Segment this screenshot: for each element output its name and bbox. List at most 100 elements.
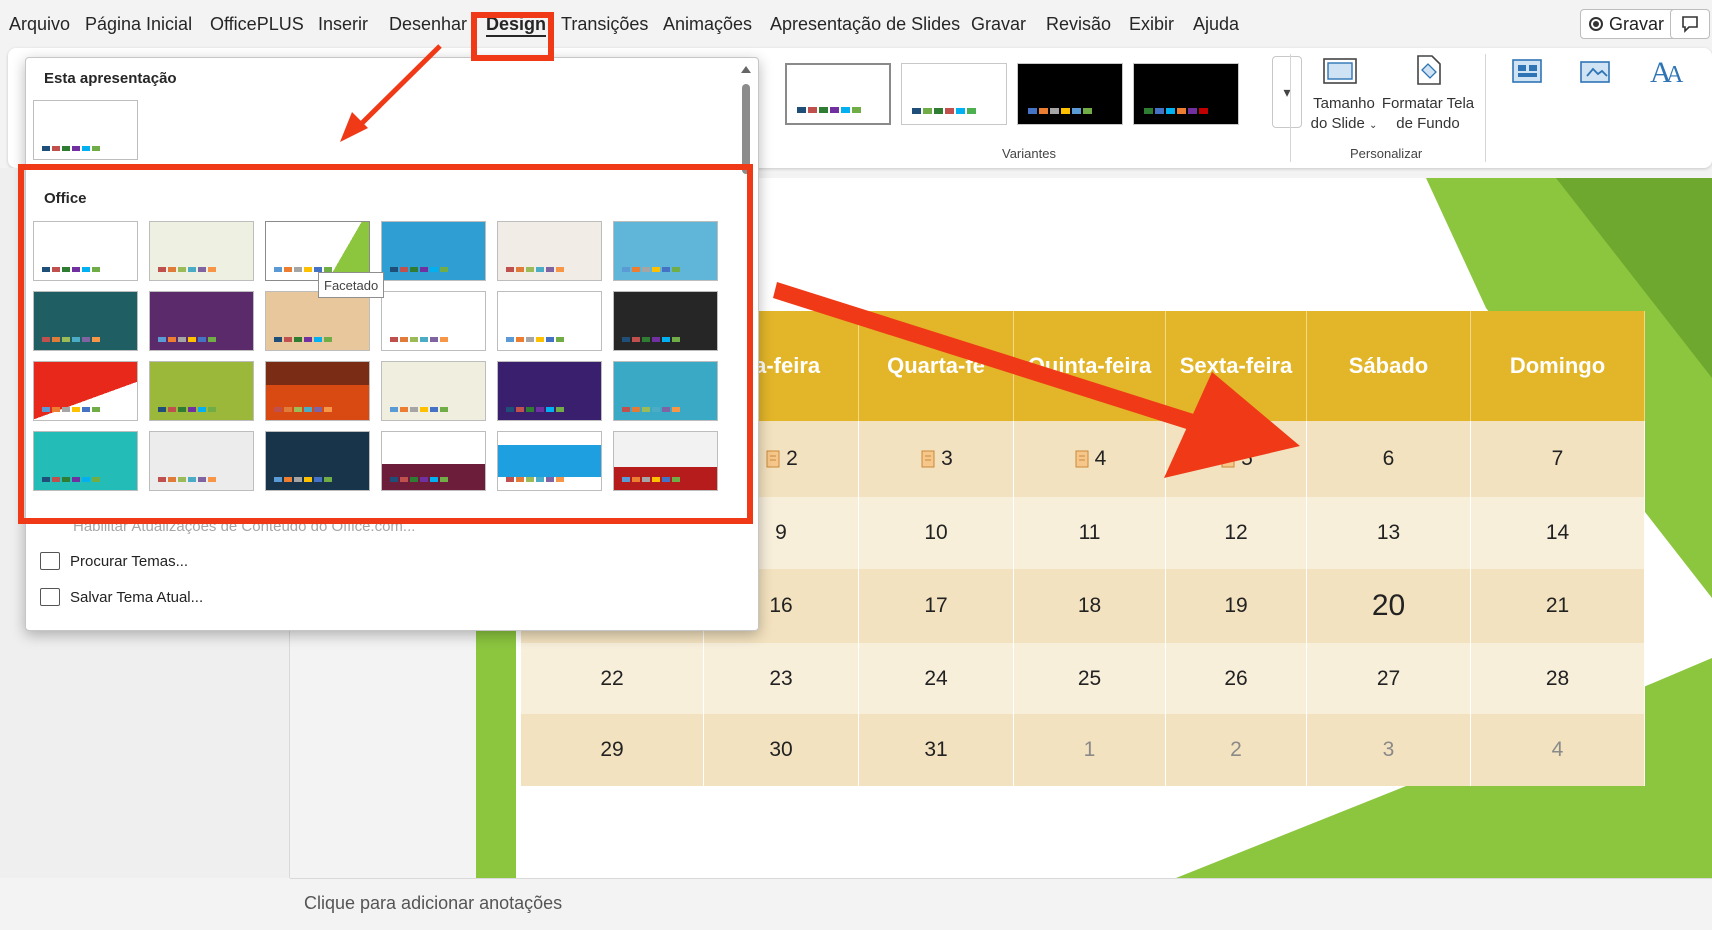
save-icon (40, 588, 60, 606)
scrollbar-thumb[interactable] (742, 84, 750, 174)
tab-animacoes[interactable]: Animações (663, 14, 752, 35)
tab-apresentacao-de-slides[interactable]: Apresentação de Slides (770, 14, 960, 35)
calendar-day-cell: 14 (1471, 497, 1645, 569)
tab-transicoes[interactable]: Transições (561, 14, 648, 35)
design-tab-highlight (471, 12, 554, 61)
scroll-icon (1073, 448, 1091, 470)
calendar-day-cell: 30 (704, 714, 859, 786)
calendar-day-cell: 29 (521, 714, 704, 786)
calendar-day-number: 11 (1078, 521, 1101, 544)
calendar-day-number: 2 (786, 447, 798, 470)
browse-themes-command[interactable]: Procurar Temas... (40, 552, 188, 570)
calendar-day-cell: 10 (859, 497, 1014, 569)
tab-inserir[interactable]: Inserir (318, 14, 368, 35)
calendar-day-number: 2 (1230, 738, 1242, 761)
calendar-day-number: 26 (1224, 666, 1248, 690)
slide-size-icon (1323, 58, 1357, 84)
office-themes-highlight (18, 164, 753, 524)
ribbon-separator (1485, 54, 1486, 162)
calendar-day-number: 4 (1094, 447, 1107, 470)
tab-ajuda[interactable]: Ajuda (1193, 14, 1239, 35)
calendar-day-number: 28 (1545, 666, 1570, 690)
calendar-day-number: 27 (1376, 666, 1401, 690)
calendar-day-number: 5 (1241, 447, 1253, 470)
designer-icon[interactable] (1510, 56, 1546, 88)
calendar-day-number: 22 (600, 666, 624, 690)
calendar-day-number: 13 (1376, 521, 1401, 544)
calendar-day-number: 17 (924, 594, 948, 617)
current-theme-thumbnail[interactable] (33, 100, 138, 160)
ribbon-separator (1290, 54, 1291, 162)
calendar-day-cell: 3 (1307, 714, 1471, 786)
calendar-day-cell: 7 (1471, 421, 1645, 497)
variant-black[interactable] (1017, 63, 1123, 125)
scroll-icon (919, 448, 937, 470)
calendar-day-number: 31 (924, 738, 948, 761)
calendar-day-cell: 20 (1307, 569, 1471, 643)
calendar-day-cell: 25 (1014, 643, 1166, 714)
calendar-header-cell: Domingo (1471, 311, 1645, 421)
calendar-day-cell: 23 (704, 643, 859, 714)
calendar-day-number: 23 (769, 666, 793, 690)
calendar-header-cell: Quarta-fe (859, 311, 1014, 421)
customize-group-label: Personalizar (1350, 146, 1423, 161)
calendar-day-number: 16 (769, 594, 793, 617)
calendar-day-number: 9 (775, 521, 787, 544)
scroll-up-icon[interactable] (741, 66, 751, 73)
calendar-day-number: 3 (941, 447, 953, 470)
variant-white[interactable] (785, 63, 891, 125)
calendar-day-cell: 24 (859, 643, 1014, 714)
calendar-day-cell: 1 (1014, 714, 1166, 786)
comment-icon (1682, 16, 1698, 33)
tab-officeplus[interactable]: OfficePLUS (210, 14, 304, 35)
calendar-day-cell: 17 (859, 569, 1014, 643)
calendar-day-number: 25 (1077, 666, 1102, 690)
calendar-day-number: 3 (1382, 738, 1395, 761)
calendar-day-cell: 11 (1014, 497, 1166, 569)
slide-size-label-2: do Slide (1310, 115, 1365, 132)
chevron-down-icon: ⌄ (1369, 120, 1378, 131)
calendar-day-cell: 5 (1166, 421, 1307, 497)
calendar-day-number: 24 (924, 666, 948, 690)
record-button[interactable]: Gravar (1580, 9, 1680, 39)
calendar-day-number: 18 (1077, 594, 1102, 617)
slide-size-button[interactable]: Tamanho do Slide ⌄ (1304, 94, 1384, 136)
format-background-button[interactable]: Formatar Tela de Fundo (1378, 94, 1478, 134)
calendar-day-cell: 3 (859, 421, 1014, 497)
notes-pane[interactable]: Clique para adicionar anotações (290, 878, 1712, 930)
tab-gravar[interactable]: Gravar (971, 14, 1026, 35)
design-ideas-icon[interactable] (1578, 56, 1614, 88)
tab-desenhar[interactable]: Desenhar (389, 14, 467, 35)
calendar-day-cell: 13 (1307, 497, 1471, 569)
calendar-day-number: 12 (1224, 521, 1248, 544)
tab-pagina-inicial[interactable]: Página Inicial (85, 14, 192, 35)
variant-black-2[interactable] (1133, 63, 1239, 125)
variants-more-button[interactable]: ▾ (1272, 56, 1302, 128)
calendar-day-cell: 19 (1166, 569, 1307, 643)
calendar-day-cell: 21 (1471, 569, 1645, 643)
calendar-header-cell: Sábado (1307, 311, 1471, 421)
calendar-day-cell: 4 (1471, 714, 1645, 786)
calendar-day-number: 1 (1083, 738, 1096, 761)
format-background-icon (1417, 55, 1441, 85)
scroll-icon (764, 448, 782, 470)
record-icon (1589, 17, 1603, 31)
save-theme-command[interactable]: Salvar Tema Atual... (40, 588, 203, 606)
comments-button[interactable] (1670, 9, 1710, 39)
fonts-icon[interactable]: A A (1648, 54, 1688, 90)
calendar-day-cell: 2 (1166, 714, 1307, 786)
tab-arquivo[interactable]: Arquivo (9, 14, 70, 35)
calendar-day-number: 20 (1371, 589, 1406, 622)
calendar-header-cell: Quinta-feira (1014, 311, 1166, 421)
browse-themes-label: Procurar Temas... (70, 552, 189, 570)
calendar-day-cell: 26 (1166, 643, 1307, 714)
tab-revisao[interactable]: Revisão (1046, 14, 1111, 35)
calendar-day-cell: 22 (521, 643, 704, 714)
variant-white-2[interactable] (901, 63, 1007, 125)
calendar-day-number: 10 (924, 521, 948, 544)
browse-themes-icon (40, 552, 60, 570)
calendar-header-cell: Sexta-feira (1166, 311, 1307, 421)
calendar-day-cell: 31 (859, 714, 1014, 786)
tab-exibir[interactable]: Exibir (1129, 14, 1174, 35)
format-background-label-2: de Fundo (1396, 115, 1460, 132)
